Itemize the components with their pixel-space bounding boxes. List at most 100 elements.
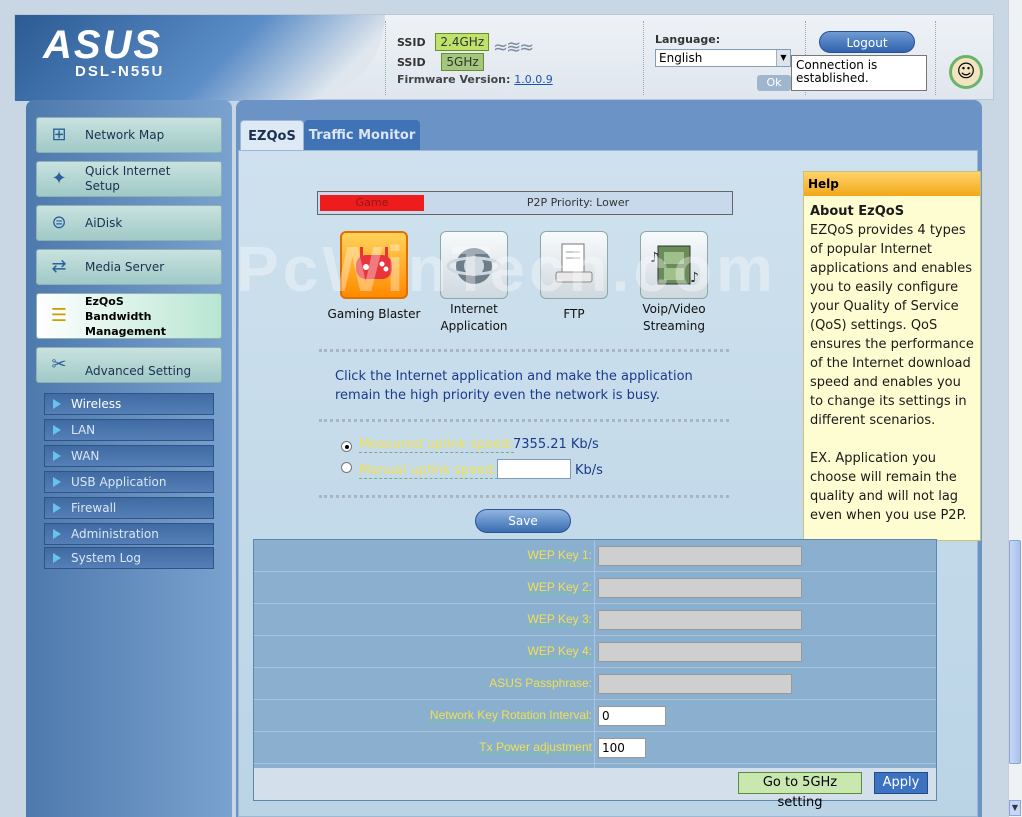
firmware-version-link[interactable]: 1.0.0.9 — [514, 73, 552, 86]
sidebar-sub-lan[interactable]: LAN — [44, 419, 214, 441]
save-button[interactable]: Save — [475, 509, 571, 533]
language-select[interactable]: English ▼ — [655, 49, 791, 67]
sidebar-item-quick-internet-setup[interactable]: ✦ Quick Internet Setup — [36, 161, 222, 197]
sidebar-sub-usb-application[interactable]: USB Application — [44, 471, 214, 493]
globe-icon[interactable] — [440, 231, 508, 299]
sidebar-item-advanced-setting[interactable]: ✂ Advanced Setting — [36, 347, 222, 383]
firmware-info: Firmware Version: 1.0.0.9 — [397, 73, 553, 86]
go-to-5ghz-button[interactable]: Go to 5GHz setting — [738, 772, 862, 810]
firmware-label: Firmware Version: — [397, 73, 511, 86]
app-ftp[interactable]: FTP — [519, 231, 629, 321]
priority-game-segment: Game — [320, 195, 424, 211]
measured-speed-radio[interactable] — [341, 441, 352, 452]
scrollbar-thumb[interactable] — [1009, 540, 1021, 764]
help-panel: Help About EzQoS EZQoS provides 4 types … — [803, 171, 981, 541]
header-divider — [935, 21, 936, 95]
manual-speed-radio[interactable] — [341, 462, 352, 473]
sidebar-sub-wan[interactable]: WAN — [44, 445, 214, 467]
app-label: FTP — [563, 307, 585, 321]
help-body: About EzQoS EZQoS provides 4 types of po… — [804, 196, 980, 531]
tab-traffic-monitor[interactable]: Traffic Monitor — [304, 120, 420, 154]
table-row: ASUS Passphrase: — [254, 668, 936, 700]
svg-text:♪: ♪ — [690, 270, 699, 286]
app-label: Gaming Blaster — [327, 307, 421, 321]
ssid-label: SSID — [397, 36, 426, 49]
ssid-24-row: SSID 2.4GHz — [397, 33, 490, 51]
sub-item-label: Firewall — [71, 501, 117, 515]
sidebar-item-ezqos[interactable]: ☰ EzQoS Bandwidth Management — [36, 293, 222, 339]
sub-item-label: WAN — [71, 449, 100, 463]
header-divider — [385, 21, 386, 95]
sidebar-item-label: Media Server — [85, 259, 165, 274]
sidebar-item-network-map[interactable]: ⊞ Network Map — [36, 117, 222, 153]
ftp-server-icon[interactable] — [540, 231, 608, 299]
gamepad-icon[interactable] — [340, 231, 408, 299]
table-row: WEP Key 2: — [254, 572, 936, 604]
triangle-right-icon — [53, 503, 61, 513]
key-rotation-input[interactable]: 0 — [598, 706, 666, 726]
wep-key-1-input[interactable] — [598, 546, 802, 566]
help-description: EZQoS provides 4 types of popular Intern… — [810, 223, 974, 428]
sub-item-label: Administration — [71, 527, 159, 541]
wep-key-2-label: WEP Key 2: — [527, 580, 592, 594]
sidebar-item-media-server[interactable]: ⇄ Media Server — [36, 249, 222, 285]
sidebar-sub-administration[interactable]: Administration — [44, 523, 214, 545]
app-gaming-blaster[interactable]: Gaming Blaster — [319, 231, 429, 321]
triangle-right-icon — [53, 451, 61, 461]
tx-power-input[interactable]: 100 — [598, 738, 646, 758]
manual-speed-input[interactable] — [497, 459, 571, 479]
logout-button[interactable]: Logout — [819, 31, 915, 53]
ssid-label: SSID — [397, 56, 426, 69]
sidebar-sub-wireless[interactable]: Wireless — [44, 393, 214, 415]
triangle-right-icon — [53, 399, 61, 409]
table-row: Tx Power adjustment 100 — [254, 732, 936, 764]
sidebar-item-label: AiDisk — [85, 215, 123, 230]
sub-item-label: USB Application — [71, 475, 167, 489]
apply-button[interactable]: Apply — [874, 772, 928, 794]
qos-icon: ☰ — [50, 305, 68, 326]
table-footer: Go to 5GHz setting Apply — [254, 768, 936, 810]
mascot-status-icon[interactable]: ☺ — [949, 55, 983, 89]
asus-passphrase-input[interactable] — [598, 674, 792, 694]
manual-speed-unit: Kb/s — [575, 463, 603, 478]
sub-item-label: System Log — [71, 551, 141, 565]
triangle-right-icon — [53, 553, 61, 563]
triangle-right-icon — [53, 477, 61, 487]
scroll-down-arrow-icon[interactable]: ▼ — [1009, 800, 1021, 816]
app-label: Internet Application — [440, 302, 508, 333]
language-value: English — [659, 51, 703, 65]
table-row: WEP Key 3: — [254, 604, 936, 636]
app-internet-application[interactable]: Internet Application — [419, 231, 529, 335]
sidebar-sub-system-log[interactable]: System Log — [44, 547, 214, 569]
sidebar-item-label: Quick Internet Setup — [85, 164, 171, 193]
triangle-right-icon — [53, 425, 61, 435]
video-film-icon[interactable]: ♪ ♪ — [640, 231, 708, 299]
language-label: Language: — [655, 33, 721, 46]
table-row: Network Key Rotation Interval: 0 — [254, 700, 936, 732]
wep-key-2-input[interactable] — [598, 578, 802, 598]
measured-speed-value: 7355.21 Kb/s — [513, 437, 599, 452]
instruction-text: Click the Internet application and make … — [335, 369, 693, 403]
chevron-down-icon[interactable]: ▼ — [776, 50, 790, 66]
ezqos-content: Game P2P Priority: Lower Gaming Blaster … — [238, 150, 981, 817]
sidebar-sub-firewall[interactable]: Firewall — [44, 497, 214, 519]
wep-key-3-input[interactable] — [598, 610, 802, 630]
band-24-badge[interactable]: 2.4GHz — [435, 33, 490, 51]
table-row: WEP Key 1: — [254, 540, 936, 572]
ssid-5-row: SSID 5GHz — [397, 53, 484, 71]
header: ASUS DSL-N55U SSID 2.4GHz SSID 5GHz ≈≋≈ … — [14, 14, 994, 101]
help-heading: Help — [804, 172, 980, 196]
app-voip-video[interactable]: ♪ ♪ Voip/Video Streaming — [619, 231, 729, 335]
priority-bar: Game P2P Priority: Lower — [317, 191, 733, 215]
svg-text:♪: ♪ — [650, 250, 659, 266]
sidebar-item-aidisk[interactable]: ⊜ AiDisk — [36, 205, 222, 241]
tools-icon: ✂ — [51, 354, 67, 375]
language-ok-button[interactable]: Ok — [757, 75, 791, 91]
sub-item-label: Wireless — [71, 397, 122, 411]
tab-ezqos[interactable]: EZQoS — [240, 120, 304, 154]
table-row: WEP Key 4: — [254, 636, 936, 668]
key-rotation-label: Network Key Rotation Interval: — [429, 708, 592, 722]
wep-key-4-input[interactable] — [598, 642, 802, 662]
band-5-badge[interactable]: 5GHz — [441, 53, 484, 71]
wep-key-1-label: WEP Key 1: — [527, 548, 592, 562]
